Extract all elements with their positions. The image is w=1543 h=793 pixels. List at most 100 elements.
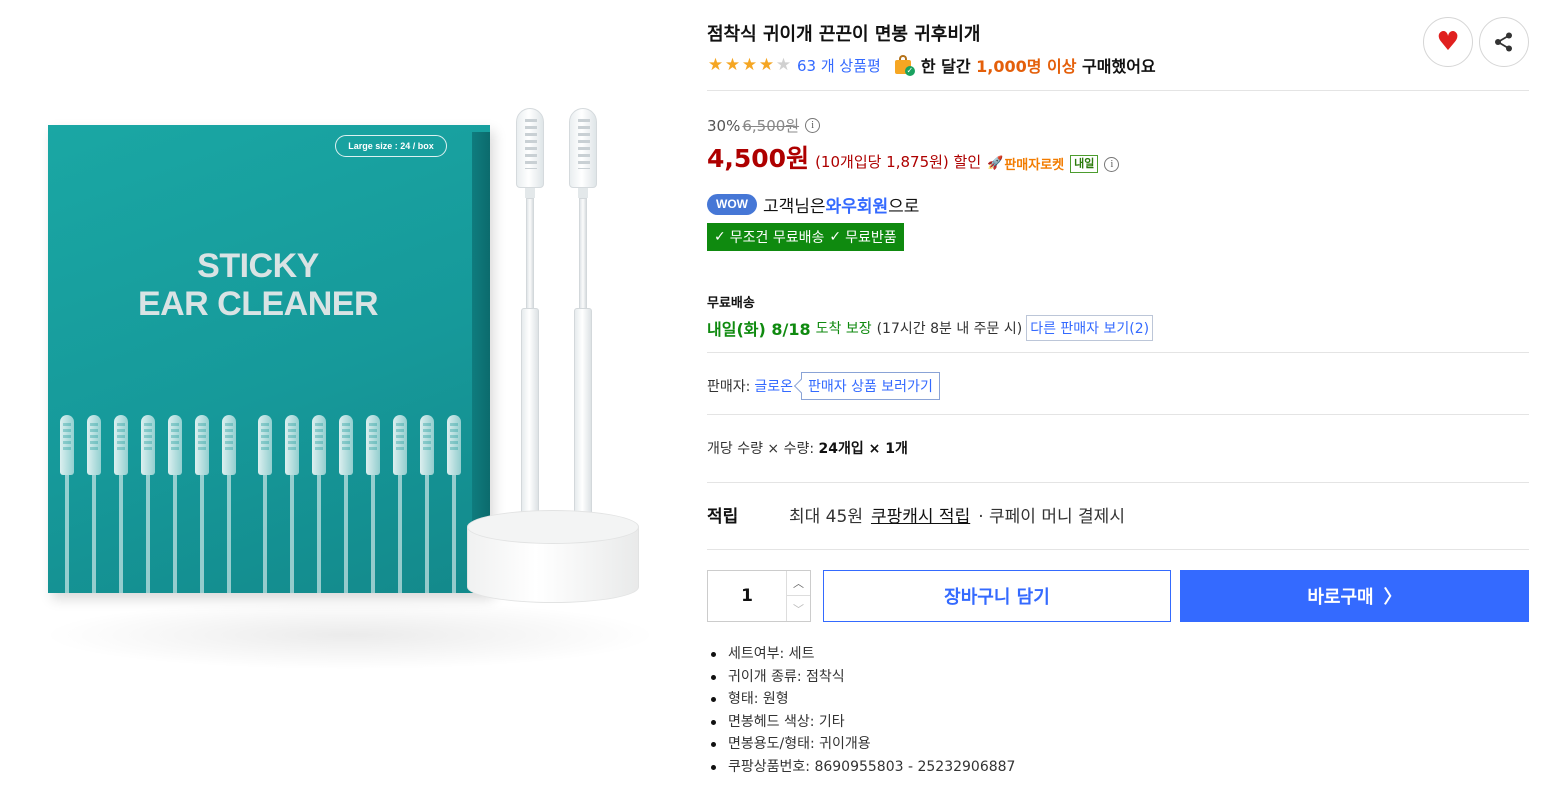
sale-price-row: 4,500원 (10개입당 1,875원) 할인 🚀 판매자로켓 내일 i (707, 139, 1120, 175)
check-icon: ✓ (829, 229, 842, 245)
points-label: 적립 (707, 507, 739, 527)
seller-rocket-badge: 🚀 판매자로켓 (987, 154, 1064, 173)
star-icon: ★ (707, 55, 724, 75)
points-row: 적립 최대 45원 쿠팡캐시 적립 · 쿠페이 머니 결제시 (707, 502, 1125, 527)
tip-illustration (85, 415, 103, 593)
original-price: 6,500원 (742, 117, 800, 135)
wow-text-after: 으로 (888, 197, 920, 217)
tip-illustration (139, 415, 157, 593)
free-shipping-badge: ✓ 무조건 무료배송 ✓ 무료반품 (707, 223, 904, 251)
tip-illustration (445, 415, 463, 593)
tip-illustration (193, 415, 211, 593)
share-icon (1495, 32, 1512, 52)
tip-illustration (58, 415, 76, 593)
wow-member-label: 와우회원 (825, 197, 889, 217)
quantity-info-value: 24개입 × 1개 (818, 441, 908, 457)
free-shipping-label: 무조건 무료배송 (729, 230, 825, 246)
box-title-line2: EAR CLEANER (137, 285, 379, 323)
delivery-guarantee: 도착 보장 (815, 321, 872, 337)
cleaner-stand (467, 510, 639, 606)
divider (707, 414, 1529, 415)
discount-rate: 30% (707, 116, 741, 135)
star-icon: ★ (758, 55, 775, 75)
shopping-bag-icon: ✓ (893, 54, 915, 76)
original-price-row: 30% 6,500원 i (707, 115, 821, 136)
star-rating: ★ ★ ★ ★ ★ (707, 55, 792, 75)
order-deadline-note: (17시간 8분 내 주문 시) (876, 321, 1023, 337)
sales-suffix: 구매했어요 (1076, 57, 1156, 76)
attribute-item: 면봉헤드 색상: 기타 (707, 711, 1015, 734)
wow-member-row: WOW 고객님은 와우회원 으로 (707, 192, 919, 217)
attribute-item: 쿠팡상품번호: 8690955803 - 25232906887 (707, 756, 1015, 779)
buy-now-label: 바로구매 (1307, 587, 1374, 608)
star-icon: ★ (775, 55, 792, 75)
coupang-cash-link[interactable]: 쿠팡캐시 적립 (871, 502, 970, 527)
quantity-increase-button[interactable]: ︿ (786, 571, 810, 596)
check-icon: ✓ (714, 229, 726, 245)
divider (707, 482, 1529, 483)
sales-prefix: 한 달간 (920, 57, 977, 76)
points-amount: 최대 45원 (789, 507, 863, 527)
seller-products-link[interactable]: 판매자 상품 보러가기 (801, 372, 940, 400)
product-title: 점착식 귀이개 끈끈이 면봉 귀후비개 (707, 24, 981, 45)
box-title: STICKY EAR CLEANER (48, 247, 468, 323)
box-title-line1: STICKY (197, 247, 319, 285)
delivery-date: 내일(화) 8/18 (707, 320, 811, 339)
quantity-stepper: ︿ ﹀ (707, 570, 811, 622)
divider (707, 90, 1529, 91)
tip-illustration (112, 415, 130, 593)
review-count-link[interactable]: 63 개 상품평 (797, 55, 881, 76)
tomorrow-badge: 내일 (1070, 155, 1099, 173)
tip-illustration (283, 415, 301, 593)
tip-illustration (337, 415, 355, 593)
wow-text-before: 고객님은 (763, 197, 826, 217)
chevron-up-icon: ︿ (793, 577, 804, 590)
add-to-cart-label: 장바구니 담기 (944, 587, 1050, 608)
chevron-down-icon: ﹀ (793, 602, 804, 616)
rocket-label: 판매자로켓 (1004, 158, 1065, 173)
rating-row: ★ ★ ★ ★ ★ 63 개 상품평 ✓ 한 달간 1,000명 이상 구매했어요 (707, 54, 1156, 76)
attribute-item: 귀이개 종류: 점착식 (707, 666, 1015, 689)
product-image[interactable]: Large size : 24 / box STICKY EAR CLEANER (0, 0, 690, 793)
info-icon[interactable]: i (1104, 157, 1120, 172)
star-icon: ★ (724, 55, 741, 75)
sale-price: 4,500원 (707, 144, 810, 173)
monthly-sales-text: 한 달간 1,000명 이상 구매했어요 (921, 53, 1156, 77)
chevron-right-icon: 〉 (1383, 587, 1402, 608)
other-sellers-link[interactable]: 다른 판매자 보기(2) (1026, 315, 1154, 341)
seller-row: 판매자: 글로온 판매자 상품 보러가기 (707, 372, 940, 400)
product-detail-panel: 점착식 귀이개 끈끈이 면봉 귀후비개 ★ ★ ★ ★ ★ 63 개 상품평 ✓ 한 달… (707, 0, 1529, 793)
tip-illustration (166, 415, 184, 593)
box-size-badge: Large size : 24 / box (335, 135, 447, 157)
quantity-input[interactable] (708, 571, 786, 621)
attribute-item: 면봉용도/형태: 귀이개용 (707, 733, 1015, 756)
product-attributes-list: 세트여부: 세트 귀이개 종류: 점착식 형태: 원형 면봉헤드 색상: 기타 면봉용도… (707, 643, 1015, 779)
points-suffix: · 쿠페이 머니 결제시 (978, 507, 1125, 527)
seller-name-link[interactable]: 글로온 (754, 376, 793, 396)
star-icon: ★ (741, 55, 758, 75)
tip-illustration (310, 415, 328, 593)
attribute-item: 형태: 원형 (707, 688, 1015, 711)
buy-now-button[interactable]: 바로구매 〉 (1180, 570, 1529, 622)
divider (707, 549, 1529, 550)
tip-illustration (256, 415, 274, 593)
box-tip-illustrations (58, 415, 468, 593)
attribute-item: 세트여부: 세트 (707, 643, 1015, 666)
tip-illustration (364, 415, 382, 593)
tip-illustration (418, 415, 436, 593)
quantity-decrease-button[interactable]: ﹀ (786, 596, 810, 621)
wow-badge: WOW (707, 194, 757, 215)
product-box: Large size : 24 / box STICKY EAR CLEANER (48, 125, 490, 593)
heart-icon: ♥ (1436, 27, 1460, 57)
add-to-cart-button[interactable]: 장바구니 담기 (823, 570, 1171, 622)
sales-highlight: 1,000명 이상 (976, 57, 1077, 76)
info-icon[interactable]: i (805, 118, 821, 133)
free-return-label: 무료반품 (845, 230, 897, 246)
unit-quantity-info: 개당 수량 × 수량: 24개입 × 1개 (707, 438, 908, 458)
tip-illustration (391, 415, 409, 593)
divider (707, 352, 1529, 353)
tip-illustration (220, 415, 238, 593)
share-button[interactable] (1479, 17, 1529, 67)
favorite-button[interactable]: ♥ (1423, 17, 1473, 67)
rocket-icon: 🚀 (987, 156, 1004, 171)
